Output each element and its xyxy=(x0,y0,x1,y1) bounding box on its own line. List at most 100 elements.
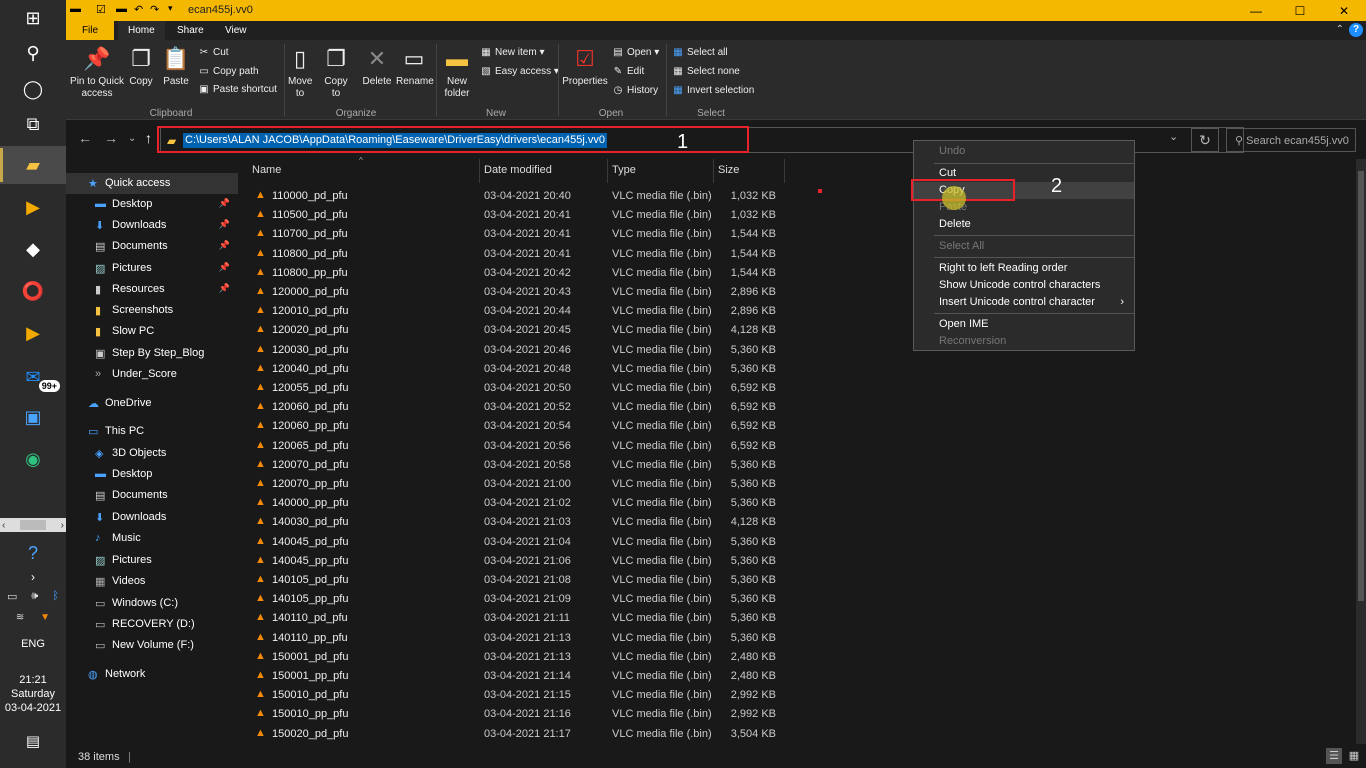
app-icon[interactable]: ▣ xyxy=(0,400,66,434)
file-row[interactable]: ▲ 120060_pd_pfu 03-04-2021 20:52 VLC media … xyxy=(245,398,790,417)
new-folder-qa-icon[interactable]: ▬ xyxy=(116,3,127,15)
menu-reconversion[interactable]: Reconversion xyxy=(914,333,1134,350)
file-row[interactable]: ▲ 140030_pd_pfu 03-04-2021 21:03 VLC media … xyxy=(245,513,790,532)
nav-pc-3d-objects[interactable]: ◈ 3D Objects xyxy=(66,443,238,464)
tab-share[interactable]: Share xyxy=(167,21,214,40)
scrollbar-thumb[interactable] xyxy=(1358,171,1364,601)
customize-qa-icon[interactable]: ▾ xyxy=(168,3,173,14)
file-row[interactable]: ▲ 110800_pd_pfu 03-04-2021 20:41 VLC media … xyxy=(245,245,790,264)
copy-to-button[interactable]: ❐ Copy to xyxy=(322,44,350,100)
properties-button[interactable]: ☑ Properties xyxy=(562,44,608,88)
nav-pc-pictures[interactable]: ▨ Pictures xyxy=(66,550,238,571)
delete-button[interactable]: ✕ Delete xyxy=(362,44,392,88)
file-row[interactable]: ▲ 150010_pd_pfu 03-04-2021 21:15 VLC media … xyxy=(245,686,790,705)
media-app-2-icon[interactable]: ▶ xyxy=(0,316,66,350)
forward-arrow-icon[interactable]: → xyxy=(104,130,118,146)
notifications-icon[interactable]: ▤ xyxy=(0,732,66,750)
tab-home[interactable]: Home xyxy=(118,21,165,40)
file-row[interactable]: ▲ 120065_pd_pfu 03-04-2021 20:56 VLC media … xyxy=(245,437,790,456)
menu-insert-unicode[interactable]: Insert Unicode control character › xyxy=(914,294,1134,311)
file-row[interactable]: ▲ 150001_pp_pfu 03-04-2021 21:14 VLC media … xyxy=(245,667,790,686)
refresh-icon[interactable]: ↻ xyxy=(1191,128,1219,152)
nav-onedrive[interactable]: ☁ OneDrive xyxy=(66,393,238,414)
large-icons-view-icon[interactable]: ▦ xyxy=(1346,748,1362,764)
scroll-right-icon[interactable]: › xyxy=(61,520,64,531)
file-row[interactable]: ▲ 120070_pp_pfu 03-04-2021 21:00 VLC media … xyxy=(245,475,790,494)
clock[interactable]: 21:21 Saturday 03-04-2021 xyxy=(0,673,66,715)
menu-undo[interactable]: Undo xyxy=(914,143,1134,160)
search-box[interactable]: ⚲ Search ecan455j.vv0 xyxy=(1226,128,1356,152)
minimize-button[interactable]: — xyxy=(1234,0,1278,21)
menu-open-ime[interactable]: Open IME xyxy=(914,316,1134,333)
nav-pc-windows-c[interactable]: ▭ Windows (C:) xyxy=(66,593,238,614)
recent-chevron-icon[interactable]: ⌄ xyxy=(128,133,136,144)
redo-qa-icon[interactable]: ↷ xyxy=(150,3,159,16)
nav-quick-pictures[interactable]: ▨ Pictures 📌 xyxy=(66,258,238,279)
file-row[interactable]: ▲ 140110_pd_pfu 03-04-2021 21:11 VLC media … xyxy=(245,609,790,628)
select-none-button[interactable]: ▦ Select none xyxy=(672,66,740,77)
search-icon[interactable]: ⚲ xyxy=(0,36,66,70)
language-indicator[interactable]: ENG xyxy=(0,638,66,650)
file-row[interactable]: ▲ 120030_pd_pfu 03-04-2021 20:46 VLC media … xyxy=(245,341,790,360)
file-explorer-icon[interactable]: ▰ xyxy=(0,146,66,184)
nav-quick-documents[interactable]: ▤ Documents 📌 xyxy=(66,236,238,257)
file-row[interactable]: ▲ 110500_pd_pfu 03-04-2021 20:41 VLC media … xyxy=(245,206,790,225)
easy-access-button[interactable]: ▧ Easy access ▾ xyxy=(480,66,559,77)
nav-quick-step-by-step[interactable]: ▣ Step By Step_Blog xyxy=(66,343,238,364)
nav-quick-resources[interactable]: ▮ Resources 📌 xyxy=(66,279,238,300)
tab-file[interactable]: File xyxy=(66,21,114,40)
file-row[interactable]: ▲ 140105_pd_pfu 03-04-2021 21:08 VLC media … xyxy=(245,571,790,590)
select-all-button[interactable]: ▦ Select all xyxy=(672,47,727,58)
nav-pc-videos[interactable]: ▦ Videos xyxy=(66,571,238,592)
wifi-icon[interactable]: ≋ xyxy=(16,612,24,623)
start-icon[interactable]: ⊞ xyxy=(0,1,66,35)
rename-button[interactable]: ▭ Rename xyxy=(396,44,434,88)
invert-selection-button[interactable]: ▦ Invert selection xyxy=(672,85,754,96)
nav-pc-music[interactable]: ♪ Music xyxy=(66,528,238,549)
close-button[interactable]: ✕ xyxy=(1322,0,1366,21)
file-row[interactable]: ▲ 140110_pp_pfu 03-04-2021 21:13 VLC media … xyxy=(245,629,790,648)
nav-pc-new-volume-f[interactable]: ▭ New Volume (F:) xyxy=(66,635,238,656)
paste-button[interactable]: 📋 Paste xyxy=(160,44,192,88)
edge-icon[interactable]: ◉ xyxy=(0,442,66,476)
move-to-button[interactable]: ▯ Move to xyxy=(288,44,312,100)
open-button[interactable]: ▤ Open ▾ xyxy=(612,47,659,58)
nav-pc-documents[interactable]: ▤ Documents xyxy=(66,485,238,506)
mail-icon[interactable]: ✉ 99+ xyxy=(0,360,66,394)
menu-delete[interactable]: Delete xyxy=(914,216,1134,233)
up-arrow-icon[interactable]: ↑ xyxy=(145,130,152,146)
help-icon[interactable]: ? xyxy=(1349,23,1363,37)
maximize-button[interactable]: ☐ xyxy=(1278,0,1322,21)
scroll-left-icon[interactable]: ‹ xyxy=(2,520,5,531)
history-button[interactable]: ◷ History xyxy=(612,85,659,96)
taskbar-scroll[interactable]: ‹ › xyxy=(0,518,66,532)
file-row[interactable]: ▲ 120000_pd_pfu 03-04-2021 20:43 VLC media … xyxy=(245,283,790,302)
column-name[interactable]: Name xyxy=(252,164,281,176)
file-row[interactable]: ▲ 120060_pp_pfu 03-04-2021 20:54 VLC media … xyxy=(245,417,790,436)
search-input[interactable]: Search ecan455j.vv0 xyxy=(1246,135,1349,147)
nav-pc-recovery-d[interactable]: ▭ RECOVERY (D:) xyxy=(66,614,238,635)
nav-quick-downloads[interactable]: ⬇ Downloads 📌 xyxy=(66,215,238,236)
battery-icon[interactable]: ▭ xyxy=(7,590,17,603)
nav-network[interactable]: ◍ Network xyxy=(66,664,238,685)
undo-qa-icon[interactable]: ↶ xyxy=(134,3,143,16)
column-size[interactable]: Size xyxy=(718,164,739,176)
file-row[interactable]: ▲ 150020_pd_pfu 03-04-2021 21:17 VLC media … xyxy=(245,725,790,744)
menu-rtl-reading-order[interactable]: Right to left Reading order xyxy=(914,260,1134,277)
chevron-right-icon[interactable]: › xyxy=(0,560,66,594)
properties-qa-icon[interactable]: ☑ xyxy=(96,3,106,16)
file-list-scrollbar[interactable] xyxy=(1356,159,1366,744)
bluetooth-icon[interactable]: ᛒ xyxy=(52,590,59,603)
opera-icon[interactable]: ⭕ xyxy=(0,274,66,308)
menu-show-unicode[interactable]: Show Unicode control characters xyxy=(914,277,1134,294)
file-row[interactable]: ▲ 120020_pd_pfu 03-04-2021 20:45 VLC media … xyxy=(245,321,790,340)
file-row[interactable]: ▲ 140045_pd_pfu 03-04-2021 21:04 VLC media … xyxy=(245,533,790,552)
nav-quick-under-score[interactable]: » Under_Score xyxy=(66,364,238,385)
file-row[interactable]: ▲ 150001_pd_pfu 03-04-2021 21:13 VLC media … xyxy=(245,648,790,667)
file-row[interactable]: ▲ 120010_pd_pfu 03-04-2021 20:44 VLC media … xyxy=(245,302,790,321)
new-item-button[interactable]: ▦ New item ▾ xyxy=(480,47,544,58)
menu-select-all[interactable]: Select All xyxy=(914,238,1134,255)
nav-pc-downloads[interactable]: ⬇ Downloads xyxy=(66,507,238,528)
file-row[interactable]: ▲ 120040_pd_pfu 03-04-2021 20:48 VLC media … xyxy=(245,360,790,379)
file-row[interactable]: ▲ 140000_pp_pfu 03-04-2021 21:02 VLC media … xyxy=(245,494,790,513)
